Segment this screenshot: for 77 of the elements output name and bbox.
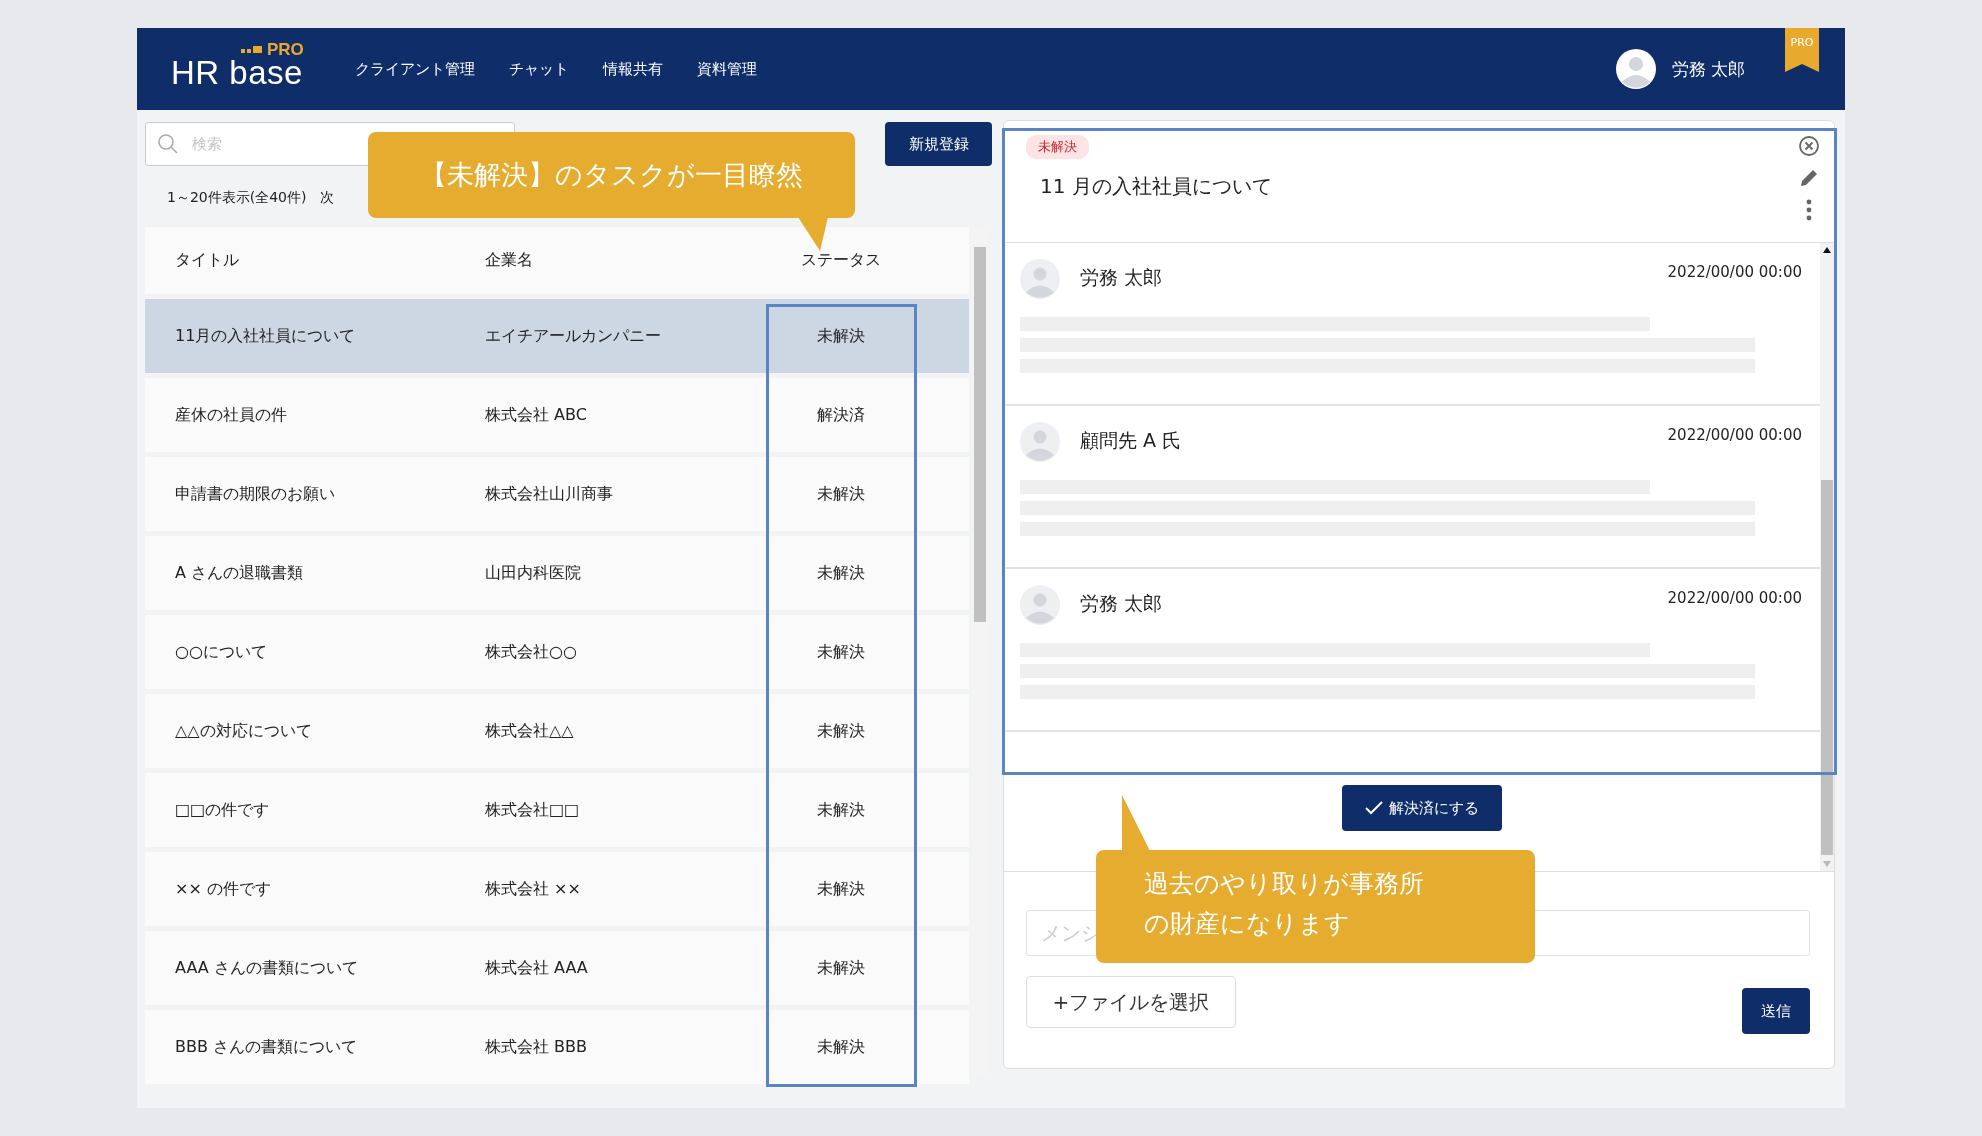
search-icon	[157, 133, 179, 155]
company-cell-text: エイチアールカンパニー	[485, 325, 662, 347]
author-name: 顧問先 A 氏	[1080, 428, 1182, 453]
title-cell-text: 産休の社員の件	[174, 404, 288, 426]
title-cell-text: ×× の件です	[174, 878, 272, 900]
scrollbar[interactable]	[1820, 243, 1834, 871]
title-cell-text: 申請書の期限のお願い	[174, 483, 336, 505]
message-time: 2022/00/00 00:00	[1667, 426, 1802, 444]
table-row[interactable]: ×× の件です 株式会社 ×× 未解決	[145, 852, 969, 926]
title-cell-text: ○○について	[174, 641, 268, 663]
new-button[interactable]: 新規登録	[885, 122, 992, 166]
status-cell-text: 未解決	[816, 562, 866, 584]
column-header: タイトル	[174, 250, 240, 271]
author-name: 労務 太郎	[1080, 265, 1163, 290]
company-cell-text: 株式会社 AAA	[485, 957, 589, 979]
company-cell-text: 株式会社○○	[485, 641, 578, 663]
resolve-button[interactable]: 解決済にする	[1342, 785, 1502, 831]
nav-link[interactable]: 情報共有	[603, 59, 663, 79]
detail-title: 11 月の入社社員について	[1039, 173, 1272, 200]
company-cell-text: 株式会社 ABC	[485, 404, 588, 426]
title-cell-text: A さんの退職書類	[174, 562, 305, 584]
table-row[interactable]: BBB さんの書類について 株式会社 BBB 未解決	[145, 1010, 969, 1084]
company-cell-text: 山田内科医院	[485, 562, 582, 584]
next-link[interactable]: 次	[320, 189, 335, 207]
message-time: 2022/00/00 00:00	[1667, 263, 1802, 281]
company-cell-text: 株式会社 BBB	[485, 1036, 588, 1058]
company-cell-text: 株式会社□□	[485, 799, 581, 821]
status-cell-text: 未解決	[816, 720, 866, 742]
nav-link[interactable]: チャット	[509, 59, 569, 79]
file-button[interactable]: +ファイルを選択	[1026, 976, 1236, 1028]
table-row[interactable]: ○○について 株式会社○○ 未解決	[145, 615, 969, 689]
title-cell-text: 11月の入社社員について	[174, 325, 357, 347]
table-row[interactable]: A さんの退職書類 山田内科医院 未解決	[145, 536, 969, 610]
avatar-icon	[1020, 422, 1060, 462]
title-cell-text: □□の件です	[174, 799, 271, 821]
status-cell-text: 未解決	[816, 325, 866, 347]
plan-ribbon: PRO	[1785, 28, 1819, 72]
status-cell-text: 未解決	[816, 799, 866, 821]
column-header: ステータス	[800, 250, 882, 271]
table-row[interactable]: AAA さんの書類について 株式会社 AAA 未解決	[145, 931, 969, 1005]
status-cell-text: 未解決	[816, 878, 866, 900]
title-cell-text: △△の対応について	[174, 720, 313, 742]
pagination-text: 1～20件表示(全40件)	[167, 189, 307, 207]
table-row[interactable]: △△の対応について 株式会社△△ 未解決	[145, 694, 969, 768]
title-cell-text: AAA さんの書類について	[174, 957, 359, 979]
scroll-up-icon[interactable]	[1821, 245, 1833, 255]
status-cell-text: 未解決	[816, 483, 866, 505]
company-cell-text: 株式会社 ××	[485, 878, 582, 900]
table-row[interactable]: 11月の入社社員について エイチアールカンパニー 未解決	[145, 299, 969, 373]
avatar-icon	[1020, 259, 1060, 299]
more-icon[interactable]	[1806, 199, 1812, 221]
tooltip-text: 過去のやり取りが事務所の財産になります	[1144, 868, 1425, 940]
status-cell-text: 未解決	[816, 957, 866, 979]
avatar-icon	[1020, 585, 1060, 625]
message-time: 2022/00/00 00:00	[1667, 589, 1802, 607]
company-cell-text: 株式会社山川商事	[485, 483, 614, 505]
close-icon[interactable]	[1798, 135, 1820, 157]
title-cell-text: BBB さんの書類について	[174, 1036, 358, 1058]
user-name[interactable]: 労務 太郎	[1671, 57, 1745, 81]
table-row[interactable]: □□の件です 株式会社□□ 未解決	[145, 773, 969, 847]
send-button[interactable]: 送信	[1742, 988, 1810, 1034]
column-header: 企業名	[485, 250, 534, 271]
nav-link[interactable]: クライアント管理	[355, 59, 475, 79]
status-cell-text: 未解決	[816, 641, 866, 663]
status-badge: 未解決	[1026, 135, 1089, 159]
dots-icon	[241, 46, 263, 54]
pencil-icon[interactable]	[1798, 167, 1820, 189]
check-icon	[1365, 801, 1383, 815]
author-name: 労務 太郎	[1080, 591, 1163, 616]
nav-link[interactable]: 資料管理	[697, 59, 757, 79]
table-row[interactable]: 申請書の期限のお願い 株式会社山川商事 未解決	[145, 457, 969, 531]
avatar-icon[interactable]	[1615, 49, 1656, 89]
company-cell-text: 株式会社△△	[485, 720, 575, 742]
status-cell-text: 未解決	[816, 1036, 866, 1058]
table-row[interactable]: 産休の社員の件 株式会社 ABC 解決済	[145, 378, 969, 452]
logo[interactable]: HR base PRO	[171, 44, 311, 94]
status-cell-text: 解決済	[816, 404, 866, 426]
